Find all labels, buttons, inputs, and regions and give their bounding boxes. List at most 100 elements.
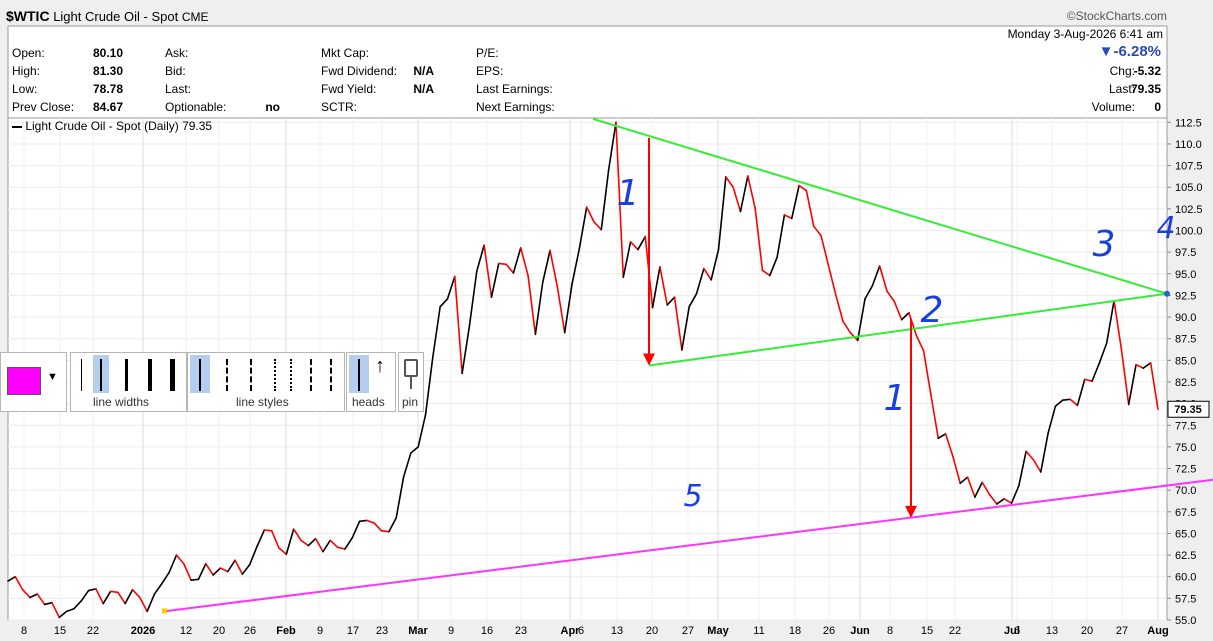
y-tick-label: 85.0 xyxy=(1175,355,1196,367)
x-tick-label: 27 xyxy=(1116,625,1128,637)
y-tick-label: 107.5 xyxy=(1175,161,1203,173)
y-tick-label: 55.0 xyxy=(1175,615,1196,627)
price-segment xyxy=(190,578,200,581)
x-tick-label: 26 xyxy=(244,625,256,637)
x-tick-label: 22 xyxy=(87,625,99,637)
line-width-5-icon[interactable] xyxy=(170,359,175,391)
x-tick-label: May xyxy=(707,625,729,637)
color-picker[interactable]: ▼ xyxy=(0,352,67,412)
x-tick-label: 9 xyxy=(317,625,323,637)
triangle-apex xyxy=(1164,290,1170,297)
quote-value: no xyxy=(265,100,280,114)
line-width-2-icon[interactable] xyxy=(100,359,102,391)
x-tick-label: Aug xyxy=(1147,625,1168,637)
line-style-dotted2-icon[interactable] xyxy=(290,359,292,391)
x-tick-label: 27 xyxy=(682,625,694,637)
x-tick-label: 9 xyxy=(448,625,454,637)
pin-button[interactable]: pin xyxy=(398,352,424,412)
chart-title: $WTIC Light Crude Oil - Spot CME xyxy=(6,8,209,24)
datetime: Monday 3-Aug-2026 6:41 am xyxy=(1007,27,1163,41)
quote-value: N/A xyxy=(413,64,434,78)
x-tick-label: 13 xyxy=(611,625,623,637)
price-segment xyxy=(358,519,368,523)
y-tick-label: 70.0 xyxy=(1175,485,1196,497)
line-width-1-icon[interactable] xyxy=(81,359,82,391)
x-tick-label: 13 xyxy=(1046,625,1058,637)
trendline-anchor xyxy=(162,608,167,614)
quote-label: High: xyxy=(12,64,41,78)
annotation-label: 3 xyxy=(1093,224,1116,265)
x-tick-label: 8 xyxy=(21,625,27,637)
y-tick-label: 57.5 xyxy=(1175,593,1196,605)
line-style-dashed-icon[interactable] xyxy=(226,359,228,391)
line-style-dashdot-icon[interactable] xyxy=(310,359,312,391)
quote-label: EPS: xyxy=(476,64,504,78)
quote-label: Last: xyxy=(165,82,192,96)
quote-label: Ask: xyxy=(165,46,189,60)
quote-value: N/A xyxy=(413,82,434,96)
line-style-dashed2-icon[interactable] xyxy=(250,359,252,391)
line-style-solid-icon[interactable] xyxy=(199,359,201,391)
instrument-name: Light Crude Oil - Spot xyxy=(53,9,179,24)
y-tick-label: 87.5 xyxy=(1175,334,1196,346)
quote-label: Optionable: xyxy=(165,100,227,114)
y-tick-label: 77.5 xyxy=(1175,420,1196,432)
line-style-dashdot2-icon[interactable] xyxy=(330,359,332,391)
quote-label: Volume: xyxy=(1091,100,1135,114)
change-percent: ▼-6.28% xyxy=(1098,43,1161,60)
y-tick-label: 100.0 xyxy=(1175,226,1203,238)
chart-window: 55.0 57.5 60.0 62.5 65.0 67.5 70.0 72.5 75.0 77.5… xyxy=(0,0,1213,641)
x-tick-label: 2026 xyxy=(131,625,155,637)
quote-label: Low: xyxy=(12,82,38,96)
price-segment xyxy=(497,262,507,266)
line-width-4-icon[interactable] xyxy=(148,359,152,391)
legend-text: Light Crude Oil - Spot (Daily) 79.35 xyxy=(25,119,213,133)
quote-label: Open: xyxy=(12,46,45,60)
quote-label: Fwd Dividend: xyxy=(321,64,398,78)
price-segment xyxy=(380,530,390,533)
exchange: CME xyxy=(181,10,209,24)
heads-group[interactable]: ↑ heads xyxy=(346,352,396,412)
quote-label: Next Earnings: xyxy=(476,100,555,114)
x-tick-label: 15 xyxy=(921,625,933,637)
line-width-3-icon[interactable] xyxy=(125,359,128,391)
y-tick-label: 67.5 xyxy=(1175,507,1196,519)
line-styles-group[interactable]: line styles xyxy=(187,352,345,412)
quote-label: Fwd Yield: xyxy=(321,82,377,96)
quote-label: Chg: xyxy=(1109,64,1135,78)
y-tick-label: 90.0 xyxy=(1175,312,1196,324)
quote-value: 79.35 xyxy=(1130,82,1161,96)
quote-value: 81.30 xyxy=(92,64,123,78)
price-chart[interactable]: 55.0 57.5 60.0 62.5 65.0 67.5 70.0 72.5 75.0 77.5… xyxy=(0,0,1213,641)
quote-value: 84.67 xyxy=(92,100,123,114)
last-value-text: 79.35 xyxy=(1174,404,1202,416)
quote-label: Last Earnings: xyxy=(476,82,553,96)
y-tick-label: 82.5 xyxy=(1175,377,1196,389)
x-tick-label: Feb xyxy=(276,625,296,637)
no-head-icon[interactable] xyxy=(358,359,360,391)
color-swatch[interactable] xyxy=(7,367,41,395)
x-tick-label: 6 xyxy=(578,625,584,637)
x-tick-label: 8 xyxy=(887,625,893,637)
x-tick-label: Mar xyxy=(408,625,428,637)
annotation-label: 4 xyxy=(1156,211,1175,246)
arrow-head-icon[interactable]: ↑ xyxy=(375,355,385,378)
line-widths-group[interactable]: line widths xyxy=(70,352,187,412)
y-tick-label: 112.5 xyxy=(1175,117,1202,129)
quote-value: 80.10 xyxy=(92,46,123,60)
y-tick-label: 62.5 xyxy=(1175,550,1196,562)
y-tick-label: 102.5 xyxy=(1175,204,1203,216)
chevron-down-icon[interactable]: ▼ xyxy=(47,371,58,383)
quote-label: Prev Close: xyxy=(12,100,75,114)
y-tick-label: 72.5 xyxy=(1175,464,1196,476)
x-tick-label: 12 xyxy=(180,625,192,637)
line-style-dotted-icon[interactable] xyxy=(274,359,276,391)
series-legend: Light Crude Oil - Spot (Daily) 79.35 xyxy=(12,119,212,133)
x-tick-label: 11 xyxy=(753,625,764,637)
x-tick-label: 6 xyxy=(1014,625,1020,637)
y-tick-label: 60.0 xyxy=(1175,572,1196,584)
quote-value: -5.32 xyxy=(1133,64,1161,78)
quote-label: P/E: xyxy=(476,46,499,60)
brand-label: ©StockCharts.com xyxy=(1066,9,1167,23)
x-tick-label: 20 xyxy=(213,625,225,637)
